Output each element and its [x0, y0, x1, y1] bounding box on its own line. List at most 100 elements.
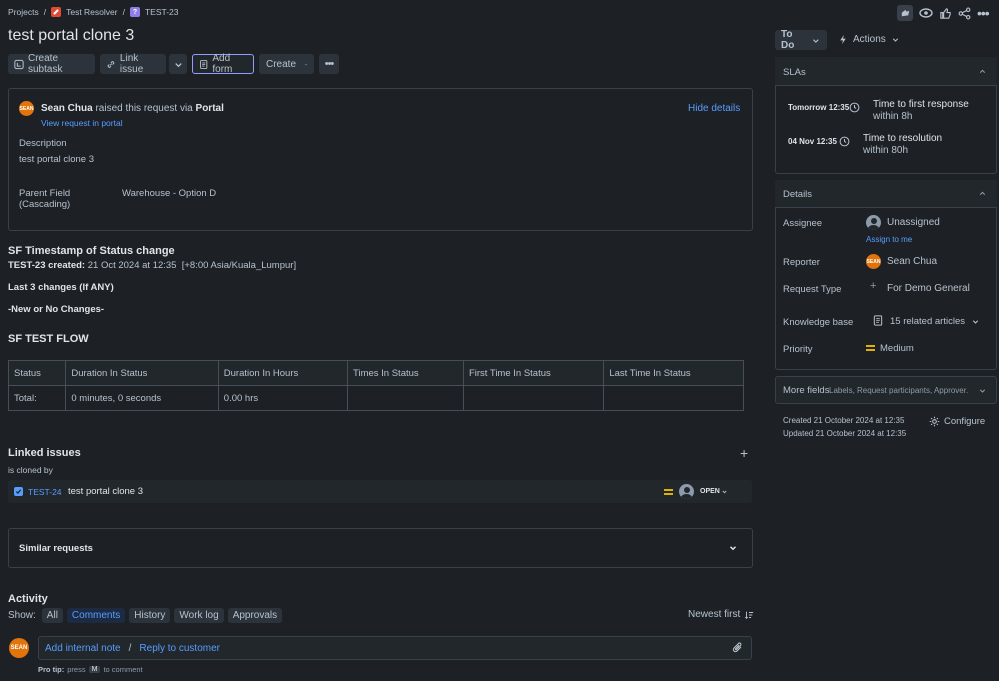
link-relation: is cloned by [8, 465, 53, 475]
share-icon[interactable] [958, 7, 971, 20]
view-request-link[interactable]: View request in portal [41, 118, 123, 128]
actions-button[interactable]: Actions [838, 34, 900, 45]
chevron-down-icon[interactable] [728, 543, 738, 556]
issue-type-icon: ? [129, 7, 140, 17]
timestamp-heading: SF Timestamp of Status change [8, 245, 175, 257]
tab-all[interactable]: All [41, 608, 63, 623]
request-raised-line: Sean Chua raised this request via Portal [41, 103, 224, 114]
create-label: Create [266, 58, 297, 70]
create-subtask-label: Create subtask [27, 53, 63, 75]
breadcrumb-issue[interactable]: TEST-23 [145, 7, 179, 17]
pro-tip-press: press [67, 665, 86, 674]
pro-tip: Pro tip: press M to comment [38, 665, 143, 674]
reporter-name[interactable]: Sean Chua [41, 103, 93, 114]
page-title[interactable]: test portal clone 3 [8, 27, 134, 45]
table-cell: 0.00 hrs [217, 385, 349, 411]
status-label: To Do [781, 29, 795, 51]
description-label: Description [19, 138, 67, 149]
priority-value[interactable]: Medium [880, 343, 914, 354]
sort-order-button[interactable]: Newest first [688, 609, 754, 620]
configure-label: Configure [944, 416, 986, 427]
tab-comments[interactable]: Comments [66, 608, 126, 623]
request-type-value[interactable]: For Demo General [887, 283, 970, 294]
create-button[interactable]: Create [259, 54, 314, 74]
assignee-label: Assignee [783, 218, 823, 229]
more-icon[interactable]: ••• [977, 6, 990, 20]
activity-filter: Show: All Comments History Work log Appr… [8, 608, 283, 623]
pro-tip-label: Pro tip: [38, 665, 65, 674]
table-cell [462, 385, 605, 411]
flow-header-row: Status Duration In Status Duration In Ho… [7, 360, 744, 386]
sla-title: Time to first response [873, 99, 969, 110]
similar-requests-heading: Similar requests [19, 543, 93, 554]
link-issue-dropdown[interactable] [169, 54, 187, 74]
last-changes-label: Last 3 changes (If ANY) [8, 282, 114, 293]
attachment-icon[interactable] [732, 642, 744, 657]
more-fields-heading: More fields [783, 385, 830, 396]
clock-icon [839, 136, 850, 150]
chevron-down-icon [892, 38, 898, 42]
created-date: Created 21 October 2024 at 12:35 [783, 416, 905, 425]
sla-time: 04 Nov 12:35 [788, 137, 837, 146]
gear-icon [929, 416, 940, 427]
chevron-down-icon [304, 63, 308, 65]
details-panel [775, 180, 997, 370]
linked-issues-heading: Linked issues [8, 447, 81, 459]
knowledge-base-icon [873, 315, 883, 329]
similar-requests-panel[interactable] [8, 528, 753, 568]
tab-work-log[interactable]: Work log [174, 608, 224, 623]
link-issue-button[interactable]: Link issue [100, 53, 166, 75]
request-type-label: Request Type [783, 284, 842, 295]
add-internal-note-link[interactable]: Add internal note [45, 643, 121, 654]
feedback-icon[interactable] [897, 5, 913, 21]
tab-approvals[interactable]: Approvals [227, 608, 283, 623]
assignee-value[interactable]: Unassigned [887, 217, 940, 228]
flow-column-header: Last Time In Status [603, 360, 744, 386]
comment-separator: / [128, 643, 132, 654]
linked-issue-key[interactable]: TEST-24 [28, 487, 62, 497]
reporter-value[interactable]: Sean Chua [887, 256, 937, 267]
tab-history[interactable]: History [129, 608, 171, 623]
hide-details-link[interactable]: Hide details [688, 103, 740, 114]
form-icon [200, 59, 208, 69]
like-icon[interactable] [939, 7, 952, 20]
linked-issue-status[interactable]: OPEN [700, 488, 728, 495]
sla-sub: within 8h [873, 111, 913, 122]
pro-tip-rest: to comment [103, 665, 143, 674]
task-checkbox-icon [14, 487, 23, 496]
add-form-button[interactable]: Add form [192, 53, 254, 75]
status-button[interactable]: To Do [775, 29, 827, 51]
parent-field-value[interactable]: Warehouse - Option D [122, 188, 216, 199]
configure-button[interactable]: Configure [929, 416, 985, 427]
avatar: SEAN [866, 254, 881, 269]
breadcrumb-projects[interactable]: Projects [8, 7, 39, 17]
more-icon: ••• [324, 58, 335, 70]
more-actions-button[interactable]: ••• [319, 54, 339, 74]
create-subtask-button[interactable]: Create subtask [8, 53, 95, 75]
slas-header[interactable] [775, 57, 997, 86]
priority-medium-icon [664, 489, 673, 495]
knowledge-base-value[interactable]: 15 related articles [890, 316, 965, 327]
flow-column-header: Duration In Hours [217, 360, 349, 386]
chevron-down-icon[interactable] [978, 386, 987, 398]
chevron-down-icon[interactable] [971, 317, 980, 329]
sla-time: Tomorrow 12:35 [788, 103, 850, 112]
watch-icon[interactable] [919, 6, 933, 20]
activity-heading: Activity [8, 593, 48, 605]
add-linked-issue-icon[interactable]: + [740, 446, 748, 460]
breadcrumb-project[interactable]: Test Resolver [66, 7, 118, 17]
slas-heading: SLAs [783, 67, 806, 78]
breadcrumb-separator: / [43, 7, 47, 17]
chevron-up-icon[interactable] [978, 189, 987, 201]
chevron-up-icon[interactable] [978, 67, 987, 79]
table-row: Total: 0 minutes, 0 seconds 0.00 hrs [7, 385, 744, 411]
description-value[interactable]: test portal clone 3 [19, 154, 94, 165]
table-cell: Total: [7, 385, 67, 411]
reply-to-customer-link[interactable]: Reply to customer [139, 643, 220, 654]
updated-date: Updated 21 October 2024 at 12:35 [783, 429, 907, 438]
clock-icon [849, 102, 860, 116]
assign-to-me-link[interactable]: Assign to me [866, 235, 912, 244]
linked-issue-summary[interactable]: test portal clone 3 [68, 486, 143, 497]
created-line: TEST-23 created: 21 Oct 2024 at 12:35 [+… [8, 260, 296, 271]
top-actions: ••• [897, 5, 990, 21]
